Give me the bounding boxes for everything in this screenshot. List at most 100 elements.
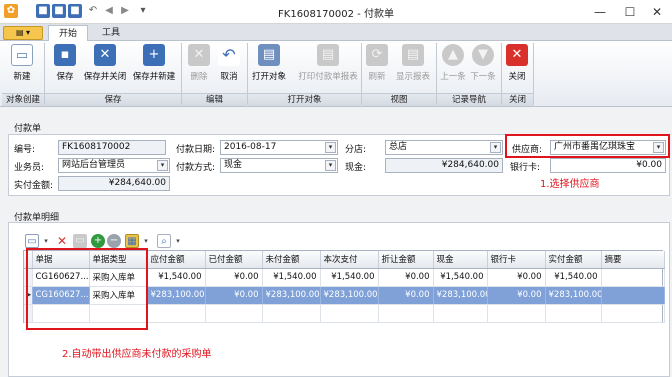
chevron-down-icon[interactable]: ▾ (171, 234, 185, 248)
chevron-down-icon[interactable]: ▾ (139, 234, 153, 248)
col-paid[interactable]: 已付金额 (205, 251, 263, 269)
card-field[interactable]: ¥0.00 (550, 158, 666, 173)
cell-empty[interactable] (320, 304, 379, 323)
close-button[interactable]: ✕ 关闭 (504, 44, 530, 92)
paid-label: 实付金额: (14, 181, 54, 191)
new-document-icon: ▭ (11, 44, 33, 66)
cell-paid[interactable]: ¥0.00 (205, 286, 263, 305)
grid-new-icon[interactable]: ▭ (25, 234, 39, 248)
title-bar: ✿ ■ ■ ■ ↶ ◀ ▶ ▾ FK1608170002 - 付款单 — ☐ ✕ (0, 0, 672, 24)
col-unpaid[interactable]: 未付金额 (262, 251, 321, 269)
cell-empty[interactable] (601, 304, 665, 323)
grid-add-icon[interactable]: + (91, 234, 105, 248)
method-label: 付款方式: (176, 163, 216, 173)
col-cash[interactable]: 现金 (433, 251, 488, 269)
chevron-down-icon[interactable]: ▾ (325, 142, 336, 153)
cell-bank-card[interactable]: ¥0.00 (487, 286, 546, 305)
maximize-button[interactable]: ☐ (616, 2, 644, 22)
col-memo[interactable]: 摘要 (601, 251, 665, 269)
grid-delete-icon[interactable]: ✕ (55, 234, 69, 248)
cell-empty[interactable] (262, 304, 321, 323)
delete-button[interactable]: ✕ 删除 (185, 44, 213, 92)
date-field[interactable]: 2016-08-17 ▾ (220, 140, 338, 155)
app-menu-button[interactable]: ▤ ▾ (3, 26, 43, 40)
grid-highlight (26, 248, 148, 330)
chevron-down-icon[interactable]: ▾ (490, 142, 501, 153)
tab-tools[interactable]: 工具 (92, 25, 130, 41)
cancel-button[interactable]: ↶ 取消 (215, 44, 243, 92)
save-new-button[interactable]: + 保存并新建 (130, 44, 178, 92)
cell-actual-paid[interactable]: ¥283,100.00 (545, 286, 602, 305)
clerk-field[interactable]: 网站后台管理员 ▾ (58, 158, 170, 173)
cell-discount[interactable]: ¥0.00 (378, 286, 434, 305)
chevron-down-icon[interactable]: ▾ (325, 160, 336, 171)
open-object-button[interactable]: ▤ 打开对象 (250, 44, 288, 92)
annotation-step-2: 2.自动带出供应商未付款的采购单 (62, 349, 212, 360)
supplier-highlight (505, 134, 670, 158)
cell-unpaid[interactable]: ¥1,540.00 (262, 268, 321, 287)
cell-this-payment[interactable]: ¥283,100.00 (320, 286, 379, 305)
col-payable[interactable]: 应付金额 (147, 251, 206, 269)
cell-payable[interactable]: ¥1,540.00 (147, 268, 206, 287)
group-open-object: 打开对象 (248, 93, 361, 106)
cell-memo[interactable] (601, 286, 665, 305)
cell-actual-paid[interactable]: ¥1,540.00 (545, 268, 602, 287)
save-new-icon: + (143, 44, 165, 66)
grid-find-icon[interactable]: ⌕ (157, 234, 171, 248)
save-close-button[interactable]: ✕ 保存并关闭 (82, 44, 128, 92)
cell-this-payment[interactable]: ¥1,540.00 (320, 268, 379, 287)
cell-memo[interactable] (601, 268, 665, 287)
tab-start[interactable]: 开始 (48, 25, 89, 41)
new-button[interactable]: ▭ 新建 (4, 44, 40, 92)
cell-payable[interactable]: ¥283,100.00 (147, 286, 206, 305)
cell-empty[interactable] (147, 304, 206, 323)
chevron-down-icon[interactable]: ▾ (39, 234, 53, 248)
group-close: 关闭 (502, 93, 533, 106)
cell-cash[interactable]: ¥1,540.00 (433, 268, 488, 287)
col-discount[interactable]: 折让金额 (378, 251, 434, 269)
code-label: 编号: (14, 145, 36, 155)
grid-layout-icon[interactable]: ▦ (125, 234, 139, 248)
cell-paid[interactable]: ¥0.00 (205, 268, 263, 287)
group-save: 保存 (45, 93, 181, 106)
next-record-button[interactable]: ▼ 下一条 (468, 44, 498, 92)
grid-copy-icon[interactable]: ▭ (73, 234, 87, 248)
branch-value: 总店 (389, 142, 408, 152)
grid-remove-icon[interactable]: − (107, 234, 121, 248)
print-report-button[interactable]: ▤ 打印付款单报表 (298, 44, 358, 92)
col-this-payment[interactable]: 本次支付 (320, 251, 379, 269)
col-actual-paid[interactable]: 实付金额 (545, 251, 602, 269)
cell-empty[interactable] (545, 304, 602, 323)
cell-discount[interactable]: ¥0.00 (378, 268, 434, 287)
cell-empty[interactable] (378, 304, 434, 323)
ribbon: ▭ 新建 ▪ 保存 ✕ 保存并关闭 + 保存并新建 ✕ 删除 ↶ 取消 ▤ 打开… (0, 41, 672, 107)
cell-empty[interactable] (487, 304, 546, 323)
save-button[interactable]: ▪ 保存 (48, 44, 82, 92)
cell-cash[interactable]: ¥283,100.00 (433, 286, 488, 305)
method-value: 现金 (224, 160, 243, 170)
save-icon: ▪ (54, 44, 76, 66)
refresh-icon: ⟳ (366, 44, 388, 66)
code-field[interactable]: FK1608170002 (58, 140, 166, 155)
show-report-button[interactable]: ▤ 显示报表 (392, 44, 434, 92)
paid-value: ¥284,640.00 (108, 178, 166, 188)
col-bank-card[interactable]: 银行卡 (487, 251, 546, 269)
chevron-down-icon[interactable]: ▾ (157, 160, 168, 171)
cell-unpaid[interactable]: ¥283,100.00 (262, 286, 321, 305)
cash-field[interactable]: ¥284,640.00 (385, 158, 503, 173)
refresh-button[interactable]: ⟳ 刷新 (364, 44, 390, 92)
branch-field[interactable]: 总店 ▾ (385, 140, 503, 155)
close-window-button[interactable]: ✕ (643, 2, 671, 22)
method-field[interactable]: 现金 ▾ (220, 158, 338, 173)
minimize-button[interactable]: — (586, 2, 614, 22)
cell-empty[interactable] (433, 304, 488, 323)
window-title: FK1608170002 - 付款单 (278, 9, 394, 20)
delete-icon: ✕ (188, 44, 210, 66)
branch-label: 分店: (345, 145, 367, 155)
prev-record-button[interactable]: ▲ 上一条 (438, 44, 468, 92)
cell-bank-card[interactable]: ¥0.00 (487, 268, 546, 287)
ribbon-tabs: ▤ ▾ 开始 工具 (0, 24, 672, 41)
paid-field[interactable]: ¥284,640.00 (58, 176, 170, 191)
open-object-icon: ▤ (258, 44, 280, 66)
cell-empty[interactable] (205, 304, 263, 323)
